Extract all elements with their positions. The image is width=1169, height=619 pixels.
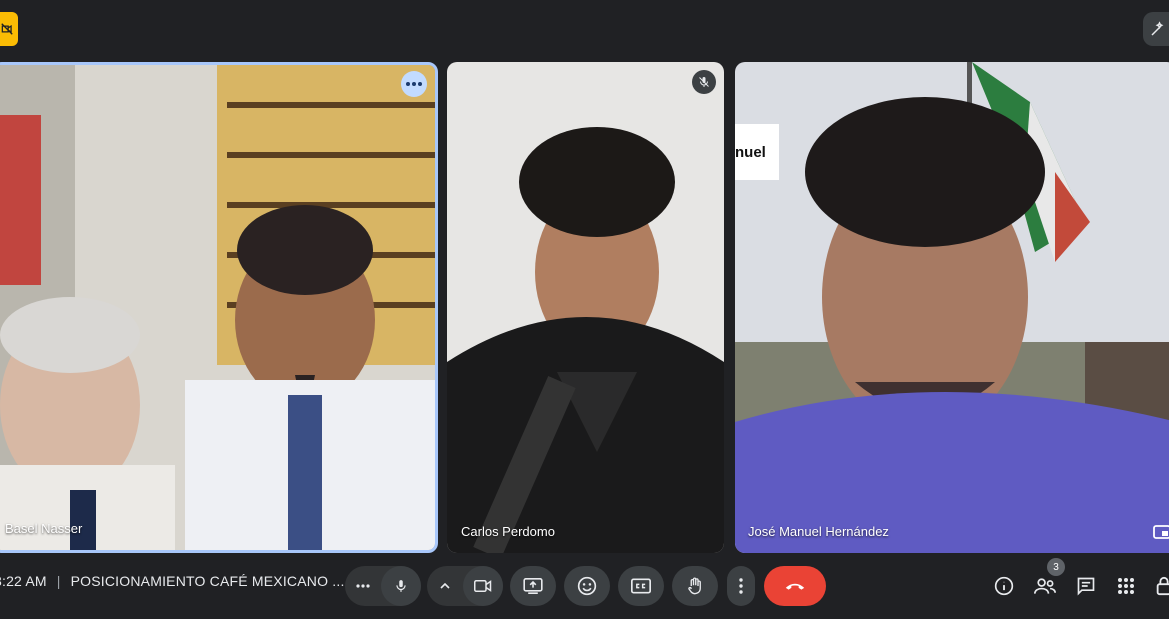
name-overlay-text: nuel (735, 143, 766, 161)
chat-icon (1077, 577, 1095, 596)
more-options-button[interactable] (401, 71, 427, 97)
captions-icon (631, 578, 651, 594)
end-call-button[interactable] (764, 566, 826, 606)
chevron-up-icon (440, 583, 450, 589)
camera-off-icon (1, 23, 13, 35)
emoji-icon (577, 576, 597, 596)
participant-tile-carlos[interactable]: Carlos Perdomo (447, 62, 724, 553)
present-icon (523, 578, 543, 594)
video-feed-jose (735, 62, 1169, 553)
end-call-icon (785, 583, 805, 590)
video-feed-carlos (447, 62, 724, 553)
audio-settings-button[interactable] (345, 566, 381, 606)
chat-button[interactable] (1074, 574, 1098, 598)
separator: | (56, 573, 61, 589)
pip-button[interactable] (1151, 523, 1169, 541)
meeting-details-button[interactable] (992, 574, 1016, 598)
raise-hand-button[interactable] (672, 566, 718, 606)
mic-off-icon (699, 77, 709, 87)
activities-icon (1118, 578, 1134, 594)
present-button[interactable] (510, 566, 556, 606)
muted-indicator (692, 70, 716, 94)
info-icon (994, 576, 1014, 596)
camera-button[interactable] (463, 566, 503, 606)
more-vertical-icon (739, 578, 743, 594)
meeting-title: POSICIONAMIENTO CAFÉ MEXICANO ... (70, 573, 345, 589)
participant-tile-jose[interactable]: nuel José Manuel Hernández (735, 62, 1169, 553)
name-overlay-card: nuel (735, 124, 779, 180)
pip-icon (1153, 525, 1169, 539)
effects-button[interactable] (1143, 12, 1169, 46)
reactions-button[interactable] (564, 566, 610, 606)
audio-options-pill (345, 566, 421, 606)
more-horizontal-icon (406, 82, 422, 86)
people-button[interactable] (1033, 574, 1057, 598)
camera-off-badge[interactable] (0, 12, 18, 46)
mic-button[interactable] (381, 566, 421, 606)
participant-name: Carlos Perdomo (461, 524, 555, 539)
meeting-time: 3:22 AM (0, 573, 47, 589)
participant-name: José Manuel Hernández (748, 524, 889, 539)
mic-icon (396, 580, 406, 592)
sparkle-pen-icon (1151, 21, 1164, 36)
video-options-pill (427, 566, 503, 606)
more-options-button[interactable] (727, 566, 755, 606)
participant-name: Basel Nasser (5, 521, 83, 536)
meeting-info: 3:22 AM | POSICIONAMIENTO CAFÉ MEXICANO ..… (0, 573, 345, 589)
video-feed-basel (0, 65, 435, 550)
video-settings-button[interactable] (427, 566, 463, 606)
host-controls-button[interactable] (1152, 574, 1169, 598)
camera-icon (474, 580, 492, 592)
participant-tile-basel[interactable]: Basel Nasser (0, 62, 438, 553)
lock-icon (1156, 576, 1169, 596)
activities-button[interactable] (1114, 574, 1138, 598)
people-icon (1034, 578, 1056, 594)
raise-hand-icon (688, 577, 701, 595)
captions-button[interactable] (618, 566, 664, 606)
more-horizontal-icon (356, 584, 370, 588)
